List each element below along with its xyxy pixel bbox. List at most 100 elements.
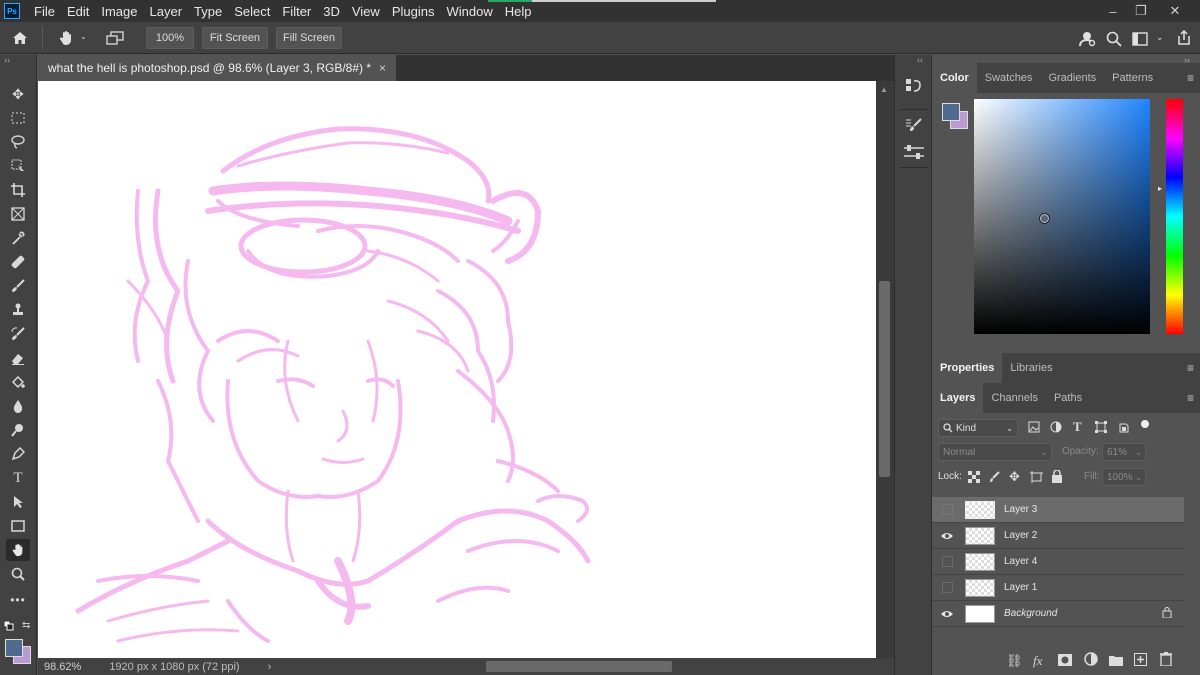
panel-menu-icon[interactable]: ≡: [1187, 391, 1194, 405]
lock-position-icon[interactable]: ✥: [1009, 469, 1020, 485]
brush-tool-icon[interactable]: [6, 275, 30, 297]
blur-tool-icon[interactable]: [6, 395, 30, 417]
menu-window[interactable]: Window: [440, 4, 498, 19]
zoom-level[interactable]: 98.62%: [44, 661, 81, 673]
horizontal-scroll-thumb[interactable]: [486, 661, 672, 672]
search-icon[interactable]: [1104, 29, 1124, 49]
dodge-tool-icon[interactable]: [6, 419, 30, 441]
menu-select[interactable]: Select: [228, 4, 276, 19]
zoom-tool-icon[interactable]: [6, 563, 30, 585]
swap-colors-icon[interactable]: ⇆: [22, 620, 30, 631]
history-panel-icon[interactable]: [905, 77, 921, 97]
layer-name[interactable]: Layer 1: [1004, 582, 1037, 593]
link-layers-icon[interactable]: ⛓: [1006, 653, 1023, 669]
add-mask-icon[interactable]: [1058, 654, 1072, 669]
canvas-area[interactable]: [38, 81, 876, 658]
layer-row-background[interactable]: Background: [932, 601, 1184, 627]
close-tab-icon[interactable]: ×: [379, 61, 386, 75]
eye-icon[interactable]: [932, 523, 962, 549]
opacity-field[interactable]: 61% ⌄: [1102, 443, 1146, 461]
layer-filter-select[interactable]: Kind ⌄: [938, 419, 1018, 437]
tab-gradients[interactable]: Gradients: [1040, 63, 1104, 93]
eraser-tool-icon[interactable]: [6, 347, 30, 369]
collapse-arrows-icon[interactable]: ‹‹: [917, 55, 923, 65]
layer-style-icon[interactable]: fx: [1033, 653, 1042, 669]
blend-mode-select[interactable]: Normal ⌄: [938, 443, 1052, 461]
visibility-toggle[interactable]: [932, 549, 962, 575]
adjustment-layer-filter-icon[interactable]: [1050, 421, 1062, 433]
tab-color[interactable]: Color: [932, 63, 977, 93]
healing-brush-tool-icon[interactable]: [6, 251, 30, 273]
smart-object-filter-icon[interactable]: [1118, 421, 1130, 433]
lock-all-icon[interactable]: [1051, 469, 1063, 483]
fit-screen-button[interactable]: Fit Screen: [202, 27, 268, 49]
fill-field[interactable]: 100% ⌄: [1102, 468, 1146, 486]
rectangle-tool-icon[interactable]: [6, 515, 30, 537]
menu-image[interactable]: Image: [95, 4, 143, 19]
move-tool-icon[interactable]: ✥: [6, 83, 30, 105]
hand-tool-icon[interactable]: [56, 28, 76, 48]
foreground-color-swatch[interactable]: [942, 103, 960, 121]
lasso-tool-icon[interactable]: [6, 131, 30, 153]
tab-swatches[interactable]: Swatches: [977, 63, 1041, 93]
menu-3d[interactable]: 3D: [317, 4, 346, 19]
layer-row-layer-1[interactable]: Layer 1: [932, 575, 1184, 601]
more-tools-icon[interactable]: •••: [6, 589, 30, 611]
eye-icon[interactable]: [932, 601, 962, 627]
lock-image-pixels-icon[interactable]: [989, 471, 1001, 483]
new-group-icon[interactable]: [1109, 654, 1123, 669]
chevron-down-icon[interactable]: ⌄: [1156, 32, 1164, 43]
lock-transparent-pixels-icon[interactable]: [968, 471, 980, 483]
menu-filter[interactable]: Filter: [276, 4, 317, 19]
layer-row-layer-4[interactable]: Layer 4: [932, 549, 1184, 575]
tab-properties[interactable]: Properties: [932, 353, 1003, 383]
object-selection-tool-icon[interactable]: [6, 155, 30, 177]
restore-button[interactable]: ❐: [1126, 0, 1156, 22]
history-brush-tool-icon[interactable]: [6, 323, 30, 345]
layer-name[interactable]: Layer 4: [1004, 556, 1037, 567]
pen-tool-icon[interactable]: [6, 443, 30, 465]
paint-bucket-tool-icon[interactable]: [6, 371, 30, 393]
eyedropper-tool-icon[interactable]: [6, 227, 30, 249]
layer-name[interactable]: Layer 3: [1004, 504, 1037, 515]
visibility-toggle[interactable]: [932, 575, 962, 601]
document-canvas[interactable]: [38, 81, 876, 658]
tab-patterns[interactable]: Patterns: [1104, 63, 1161, 93]
marquee-tool-icon[interactable]: [6, 107, 30, 129]
default-colors-icon[interactable]: [3, 620, 14, 631]
layer-row-layer-3[interactable]: Layer 3: [932, 497, 1184, 523]
tab-layers[interactable]: Layers: [932, 383, 984, 413]
vertical-scrollbar[interactable]: ▲: [876, 81, 894, 658]
menu-file[interactable]: File: [28, 4, 61, 19]
delete-layer-icon[interactable]: [1160, 652, 1172, 669]
collapse-arrows-icon[interactable]: ››: [4, 55, 10, 65]
tab-libraries[interactable]: Libraries: [1002, 353, 1060, 383]
type-layer-filter-icon[interactable]: T: [1073, 419, 1082, 435]
visibility-toggle[interactable]: [932, 497, 962, 523]
new-layer-icon[interactable]: [1134, 653, 1147, 669]
crop-tool-icon[interactable]: [6, 179, 30, 201]
close-button[interactable]: ✕: [1160, 0, 1190, 22]
brush-settings-icon[interactable]: [905, 117, 923, 135]
hue-slider[interactable]: [1166, 99, 1183, 334]
menu-layer[interactable]: Layer: [144, 4, 189, 19]
panel-menu-icon[interactable]: ≡: [1187, 71, 1194, 85]
hand-tool-icon[interactable]: [6, 539, 30, 561]
layer-name[interactable]: Layer 2: [1004, 530, 1037, 541]
type-tool-icon[interactable]: T: [6, 467, 30, 489]
color-picker-cursor[interactable]: [1039, 213, 1050, 224]
panel-menu-icon[interactable]: ≡: [1187, 361, 1194, 375]
share-icon[interactable]: [1174, 28, 1194, 48]
lock-artboard-icon[interactable]: [1030, 471, 1044, 483]
frame-tool-icon[interactable]: [6, 203, 30, 225]
workspace-icon[interactable]: [1130, 29, 1150, 49]
zoom-100-button[interactable]: 100%: [146, 27, 194, 49]
document-tab[interactable]: what the hell is photoshop.psd @ 98.6% (…: [38, 55, 397, 81]
filter-toggle-icon[interactable]: [1141, 420, 1149, 428]
path-selection-tool-icon[interactable]: [6, 491, 30, 513]
status-menu-arrow[interactable]: ›: [268, 661, 272, 673]
home-icon[interactable]: [10, 28, 30, 48]
menu-type[interactable]: Type: [188, 4, 228, 19]
new-adjustment-layer-icon[interactable]: [1084, 652, 1098, 669]
clone-stamp-tool-icon[interactable]: [6, 299, 30, 321]
